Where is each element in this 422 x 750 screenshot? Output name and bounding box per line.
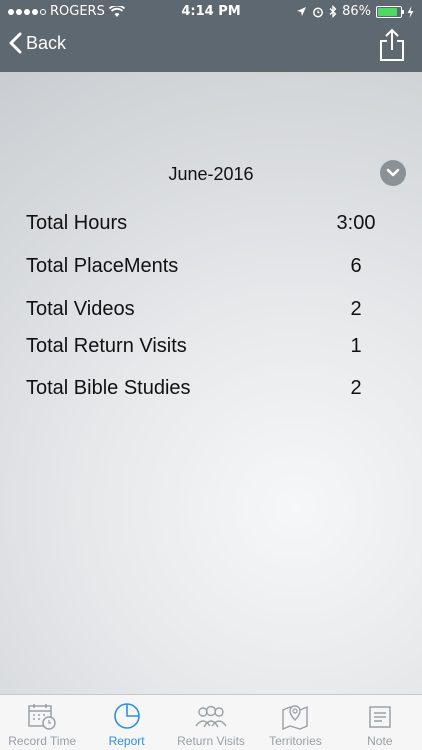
share-icon[interactable] bbox=[378, 28, 406, 62]
charging-icon bbox=[407, 5, 414, 18]
battery-percent: 86% bbox=[342, 4, 371, 19]
tab-label: Note bbox=[367, 734, 393, 748]
month-dropdown-button[interactable] bbox=[380, 160, 406, 186]
location-icon bbox=[297, 7, 307, 16]
tab-territories[interactable]: Territories bbox=[253, 695, 337, 750]
battery-icon bbox=[376, 5, 404, 18]
row-label: Total PlaceMents bbox=[26, 255, 179, 277]
back-button[interactable]: Back bbox=[8, 32, 66, 54]
chevron-left-icon bbox=[9, 32, 22, 54]
tab-bar: Record Time Report Return Visits Territo… bbox=[0, 694, 422, 750]
row-label: Total Return Visits bbox=[26, 335, 187, 357]
row-label: Total Bible Studies bbox=[26, 377, 191, 399]
bluetooth-icon bbox=[329, 5, 337, 18]
tab-return-visits[interactable]: Return Visits bbox=[169, 695, 253, 750]
note-icon bbox=[369, 706, 391, 728]
navigation-bar: ROGERS 4:14 PM 86% Back bbox=[0, 0, 422, 72]
battery-fill bbox=[378, 7, 397, 16]
tab-label: Record Time bbox=[8, 734, 77, 748]
pie-chart-icon bbox=[113, 703, 140, 729]
status-right-group: 86% bbox=[296, 4, 414, 19]
people-icon bbox=[195, 705, 227, 728]
tab-label: Return Visits bbox=[177, 734, 245, 748]
tab-report[interactable]: Report bbox=[84, 695, 168, 750]
tab-record-time[interactable]: Record Time bbox=[0, 695, 84, 750]
row-value: 1 bbox=[350, 335, 362, 357]
row-value: 6 bbox=[350, 255, 362, 277]
chevron-down-icon bbox=[386, 168, 400, 177]
row-label: Total Hours bbox=[26, 212, 128, 234]
back-label: Back bbox=[26, 32, 67, 53]
row-value: 2 bbox=[350, 377, 362, 399]
row-value: 2 bbox=[350, 298, 362, 320]
report-month: June-2016 bbox=[168, 164, 254, 184]
row-label: Total Videos bbox=[26, 298, 135, 320]
tab-label: Territories bbox=[269, 734, 322, 748]
map-icon bbox=[282, 705, 309, 730]
tab-note[interactable]: Note bbox=[338, 695, 422, 750]
row-value: 3:00 bbox=[336, 212, 376, 234]
status-bar: ROGERS 4:14 PM 86% bbox=[0, 0, 422, 24]
report-content: June-2016 Total Hours 3:00 Total PlaceMe… bbox=[0, 72, 422, 694]
tab-label: Report bbox=[108, 734, 145, 748]
alarm-icon bbox=[313, 7, 324, 17]
calendar-icon bbox=[28, 704, 56, 730]
